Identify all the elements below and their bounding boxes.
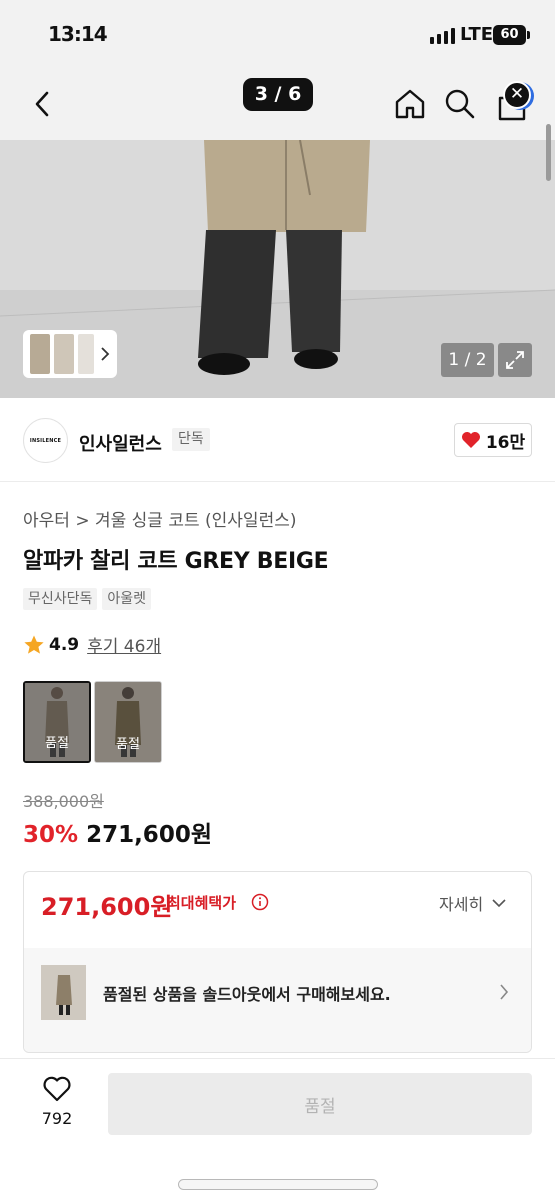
- like-count: 16만: [485, 432, 526, 453]
- expand-icon: [506, 351, 524, 369]
- expand-button[interactable]: [498, 343, 532, 377]
- heart-outline-icon: [43, 1076, 71, 1102]
- reviews-link[interactable]: 후기 46개: [87, 632, 161, 657]
- benefit-box: 271,600원 최대혜택가 자세히 품절된 상품을 솔드아웃에서 구매해보세요…: [23, 871, 532, 1053]
- buy-button[interactable]: 품절: [108, 1073, 532, 1135]
- heart-icon: [461, 432, 480, 448]
- rating: 4.9 후기 46개: [23, 632, 161, 657]
- signal-icon: [430, 27, 455, 44]
- soldout-shop-banner[interactable]: 품절된 상품을 솔드아웃에서 구매해보세요.: [24, 948, 531, 1052]
- image-indicator: 1 / 2: [441, 343, 494, 377]
- banner-product-image: [41, 965, 86, 1020]
- search-button[interactable]: [442, 86, 478, 122]
- brand-logo[interactable]: INSILENCE: [23, 418, 68, 463]
- star-icon: [24, 635, 44, 654]
- status-bar: 13:14 LTE 60: [0, 0, 555, 70]
- brand-exclusive-tag: 단독: [172, 428, 210, 451]
- search-icon: [445, 89, 475, 119]
- home-button[interactable]: [392, 86, 428, 122]
- network-label: LTE: [460, 24, 494, 45]
- brand-name[interactable]: 인사일런스: [79, 430, 162, 456]
- brand-row: INSILENCE 인사일런스 단독 16만: [0, 398, 555, 482]
- original-price: 388,000원: [23, 792, 104, 811]
- rating-score: 4.9: [49, 634, 80, 655]
- soldout-banner-text: 품절된 상품을 솔드아웃에서 구매해보세요.: [103, 985, 391, 1004]
- info-icon[interactable]: [251, 893, 269, 911]
- scrollbar[interactable]: [546, 124, 551, 181]
- close-button[interactable]: ✕: [503, 81, 531, 109]
- benefit-detail-toggle[interactable]: 자세히: [439, 891, 507, 915]
- product-title: 알파카 찰리 코트 GREY BEIGE: [23, 549, 329, 574]
- gallery-thumbnail-strip[interactable]: [23, 330, 117, 378]
- breadcrumb[interactable]: 아우터 > 겨울 싱글 코트 (인사일런스): [23, 506, 297, 531]
- close-icon: ✕: [509, 84, 525, 104]
- chevron-right-icon: [500, 984, 509, 1000]
- like-button[interactable]: 16만: [454, 423, 532, 457]
- max-benefit-label: 최대혜택가: [167, 894, 237, 912]
- option-soldout-label: 품절: [45, 736, 69, 751]
- brand-logo-text: INSILENCE: [29, 437, 62, 444]
- back-button[interactable]: [25, 86, 61, 122]
- detail-toggle-label: 자세히: [439, 895, 484, 914]
- home-icon: [395, 89, 425, 119]
- product-tags: 무신사단독 아울렛: [23, 588, 152, 610]
- chevron-down-icon: [492, 899, 506, 908]
- option-soldout-label: 품절: [116, 737, 140, 752]
- battery-icon: 60: [493, 25, 530, 45]
- page-counter: 3 / 6: [243, 78, 313, 111]
- thumbnail-image: [78, 334, 94, 374]
- status-time: 13:14: [48, 22, 108, 46]
- thumbnail-image: [30, 334, 50, 374]
- product-tag: 무신사단독: [23, 588, 98, 610]
- color-option-khaki[interactable]: 품절: [94, 681, 162, 763]
- thumbnail-image: [54, 334, 74, 374]
- discount-rate: 30%: [23, 822, 79, 848]
- product-tag: 아울렛: [102, 588, 152, 610]
- sale-price-line: 30% 271,600원: [23, 815, 212, 849]
- color-option-grey-beige[interactable]: 품절: [23, 681, 91, 763]
- wishlist-count: 792: [41, 1109, 73, 1128]
- max-benefit-price: 271,600원: [41, 893, 173, 921]
- wishlist-button[interactable]: 792: [33, 1075, 81, 1135]
- bottom-action-bar: 792 품절: [0, 1058, 555, 1200]
- chevron-left-icon: [35, 91, 49, 117]
- home-indicator: [178, 1179, 378, 1190]
- sale-price: 271,600원: [86, 822, 212, 848]
- chevron-right-icon: [101, 347, 110, 361]
